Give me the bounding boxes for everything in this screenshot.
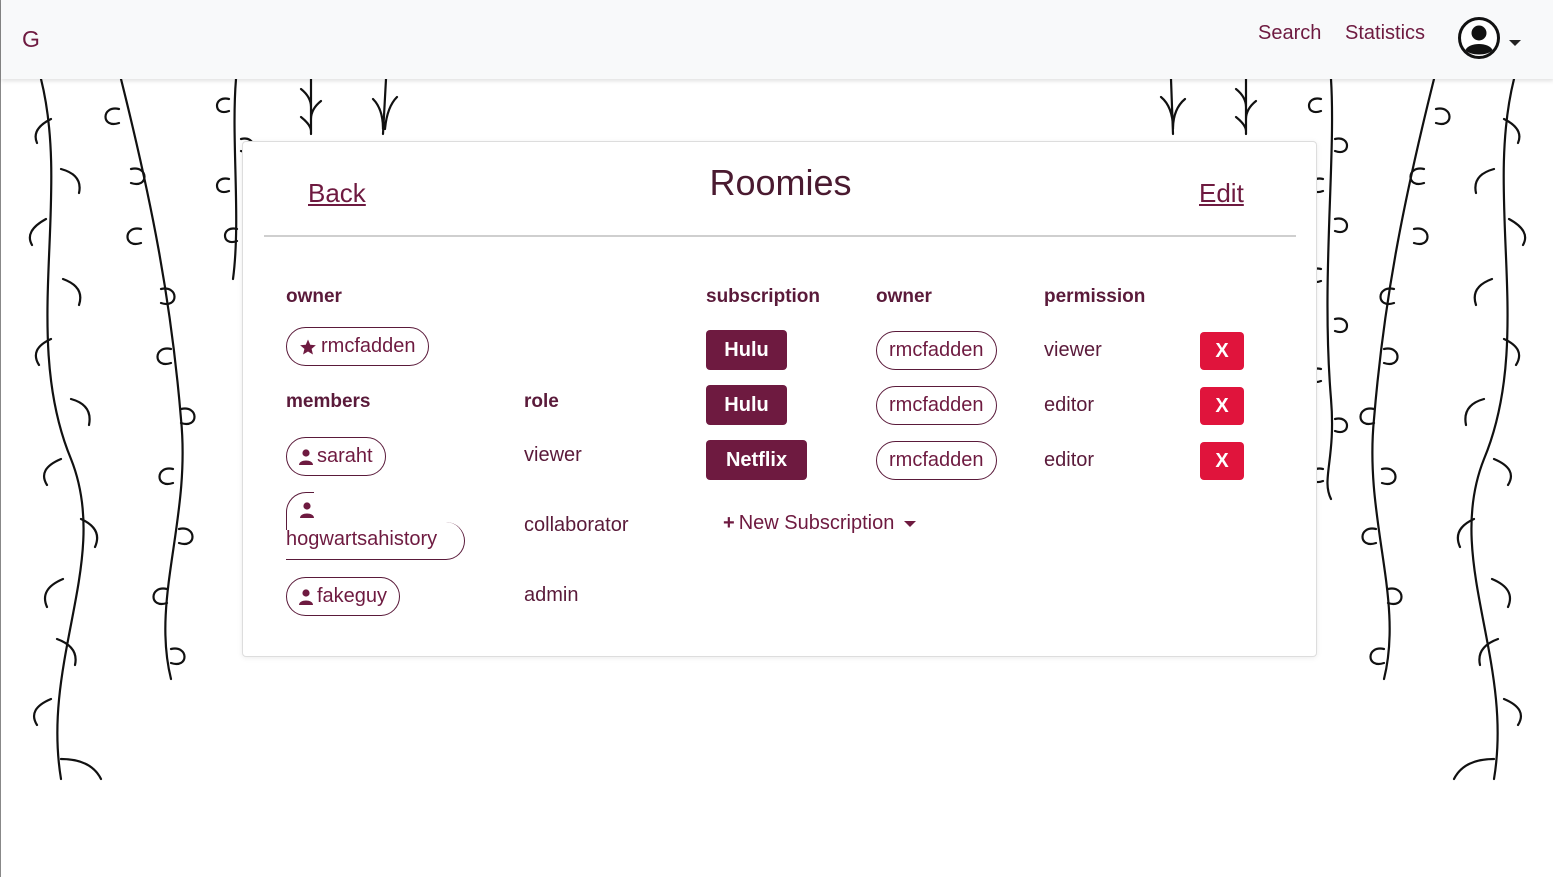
title-divider <box>264 235 1296 237</box>
user-icon <box>300 502 314 518</box>
member-role: collaborator <box>524 514 629 536</box>
permission-header: permission <box>1044 286 1146 307</box>
owner-header: owner <box>286 286 342 307</box>
member-name: hogwartsahistory <box>286 528 438 550</box>
edit-link[interactable]: Edit <box>1199 178 1244 209</box>
brand-link[interactable]: G <box>22 26 40 53</box>
member-role: admin <box>524 584 579 606</box>
user-circle-icon[interactable] <box>1457 16 1501 60</box>
members-header: members <box>286 391 371 412</box>
subscription-button-netflix[interactable]: Netflix <box>706 440 807 480</box>
owner-name: rmcfadden <box>321 335 416 357</box>
new-subscription-dropdown[interactable]: + New Subscription <box>723 512 917 535</box>
sub-permission: editor <box>1044 449 1095 471</box>
remove-subscription-button[interactable]: X <box>1200 442 1244 480</box>
owner-pill[interactable]: rmcfadden <box>286 327 429 366</box>
member-name: saraht <box>317 445 373 467</box>
subscription-button-hulu[interactable]: Hulu <box>706 385 787 425</box>
plus-icon: + <box>723 512 735 534</box>
navbar: G Search Statistics <box>1 0 1553 79</box>
sub-permission: editor <box>1044 394 1095 416</box>
page-title: Roomies <box>709 162 852 203</box>
user-icon <box>299 589 313 605</box>
new-subscription-label: New Subscription <box>738 512 895 534</box>
member-role: viewer <box>524 444 582 466</box>
chevron-down-icon <box>904 520 917 527</box>
sub-permission: viewer <box>1044 339 1102 361</box>
sub-owner-pill[interactable]: rmcfadden <box>876 386 997 425</box>
user-menu-caret-icon[interactable] <box>1509 40 1521 46</box>
subscription-button-hulu[interactable]: Hulu <box>706 330 787 370</box>
member-pill-saraht[interactable]: saraht <box>286 437 386 476</box>
nav-statistics-link[interactable]: Statistics <box>1345 22 1425 45</box>
sub-owner-pill[interactable]: rmcfadden <box>876 441 997 480</box>
remove-subscription-button[interactable]: X <box>1200 332 1244 370</box>
member-pill-fakeguy[interactable]: fakeguy <box>286 577 401 616</box>
remove-subscription-button[interactable]: X <box>1200 387 1244 425</box>
nav-search-link[interactable]: Search <box>1258 22 1321 45</box>
user-icon <box>299 449 313 465</box>
group-card: Back Roomies Edit owner rmcfadden member… <box>242 141 1317 657</box>
role-header: role <box>524 391 559 412</box>
member-name: fakeguy <box>317 585 388 607</box>
sub-owner-header: owner <box>876 286 932 307</box>
subscription-header: subscription <box>706 286 821 307</box>
sub-owner-pill[interactable]: rmcfadden <box>876 331 997 370</box>
star-icon <box>300 339 316 355</box>
